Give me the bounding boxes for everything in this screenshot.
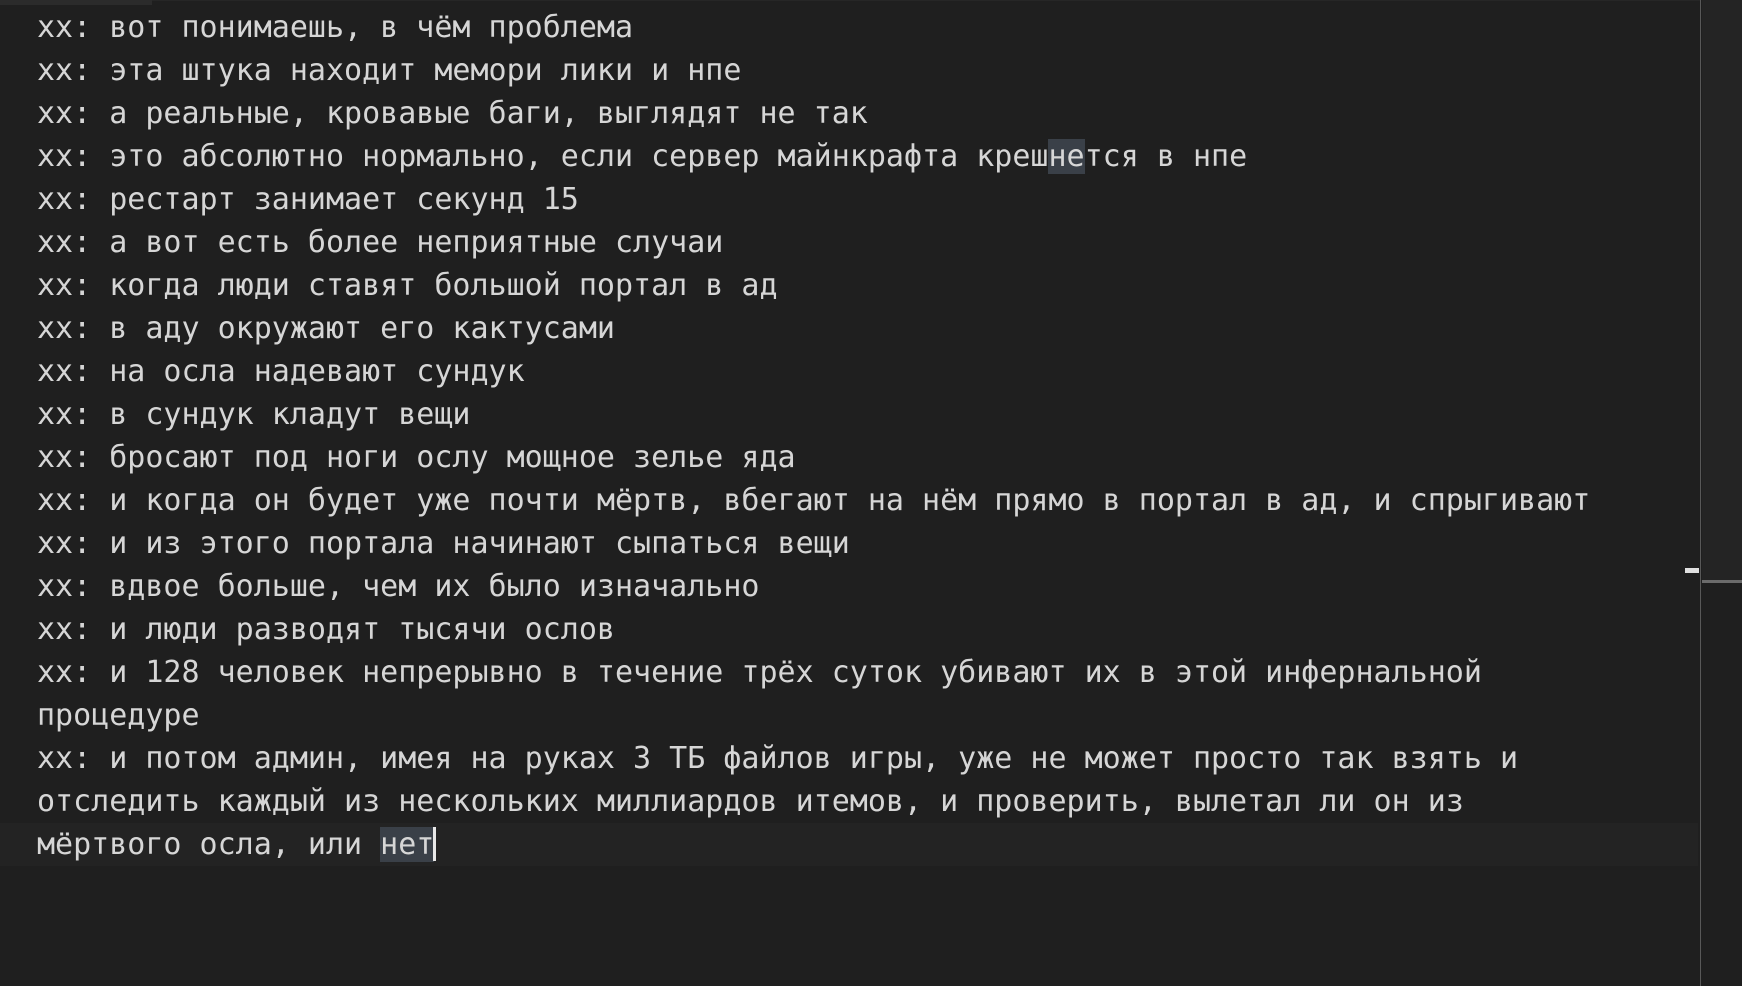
text-line[interactable]: xx: бросают под ноги ослу мощное зелье я… <box>0 436 1698 479</box>
line-text: xx: в аду окружают его кактусами <box>37 311 615 346</box>
text-line[interactable]: xx: это абсолютно нормально, если сервер… <box>0 135 1698 178</box>
line-text: тся в нпе <box>1084 139 1248 174</box>
text-line[interactable]: xx: в сундук кладут вещи <box>0 393 1698 436</box>
line-text: xx: вот понимаешь, в чём проблема <box>37 10 634 45</box>
line-text: xx: это абсолютно нормально, если сервер… <box>37 139 1049 174</box>
vertical-scrollbar[interactable] <box>1700 0 1742 986</box>
text-line[interactable]: xx: вот понимаешь, в чём проблема <box>0 6 1698 49</box>
selection-highlight[interactable]: нет <box>380 827 435 862</box>
text-line-wrapped[interactable]: отследить каждый из нескольких миллиардо… <box>0 780 1698 823</box>
line-text: отследить каждый из нескольких миллиардо… <box>37 784 1464 819</box>
scrollbar-thumb[interactable] <box>1702 0 1742 583</box>
selection-highlight[interactable]: не <box>1048 139 1085 174</box>
text-line[interactable]: xx: эта штука находит мемори лики и нпе <box>0 49 1698 92</box>
text-line[interactable]: xx: когда люди ставят большой портал в а… <box>0 264 1698 307</box>
line-text: xx: когда люди ставят большой портал в а… <box>37 268 778 303</box>
text-line[interactable]: xx: на осла надевают сундук <box>0 350 1698 393</box>
line-text: xx: эта штука находит мемори лики и нпе <box>37 53 742 88</box>
text-content-area[interactable]: xx: вот понимаешь, в чём проблема xx: эт… <box>0 0 1698 986</box>
text-line[interactable]: xx: и 128 человек непрерывно в течение т… <box>0 651 1698 694</box>
text-line[interactable]: xx: и когда он будет уже почти мёртв, вб… <box>0 479 1698 522</box>
line-text: xx: и из этого портала начинают сыпаться… <box>37 526 850 561</box>
line-text: процедуре <box>37 698 200 733</box>
text-line[interactable]: xx: а реальные, кровавые баги, выглядят … <box>0 92 1698 135</box>
text-line[interactable]: xx: а вот есть более неприятные случаи <box>0 221 1698 264</box>
text-line-wrapped[interactable]: процедуре <box>0 694 1698 737</box>
line-text: мёртвого осла, или <box>37 827 381 862</box>
line-text: xx: и потом админ, имея на руках 3 ТБ фа… <box>37 741 1519 776</box>
line-text: xx: и когда он будет уже почти мёртв, вб… <box>37 483 1591 518</box>
text-line[interactable]: xx: и потом админ, имея на руках 3 ТБ фа… <box>0 737 1698 780</box>
text-editor-window: xx: вот понимаешь, в чём проблема xx: эт… <box>0 0 1742 986</box>
text-line[interactable]: xx: в аду окружают его кактусами <box>0 307 1698 350</box>
line-text: xx: на осла надевают сундук <box>37 354 525 389</box>
line-text: xx: а вот есть более неприятные случаи <box>37 225 724 260</box>
line-text: xx: и люди разводят тысячи ослов <box>37 612 615 647</box>
line-text: xx: в сундук кладут вещи <box>37 397 471 432</box>
text-line[interactable]: xx: вдвое больше, чем их было изначально <box>0 565 1698 608</box>
text-line-current[interactable]: мёртвого осла, или нет <box>0 823 1698 866</box>
text-line[interactable]: xx: и люди разводят тысячи ослов <box>0 608 1698 651</box>
text-line[interactable]: xx: рестарт занимает секунд 15 <box>0 178 1698 221</box>
text-caret <box>433 827 437 861</box>
text-line[interactable]: xx: и из этого портала начинают сыпаться… <box>0 522 1698 565</box>
line-text: xx: бросают под ноги ослу мощное зелье я… <box>37 440 796 475</box>
line-text: xx: вдвое больше, чем их было изначально <box>37 569 760 604</box>
line-text: xx: и 128 человек непрерывно в течение т… <box>37 655 1482 690</box>
line-text: xx: рестарт занимает секунд 15 <box>37 182 579 217</box>
line-text: xx: а реальные, кровавые баги, выглядят … <box>37 96 868 131</box>
scrollbar-overview-marker <box>1685 568 1699 573</box>
